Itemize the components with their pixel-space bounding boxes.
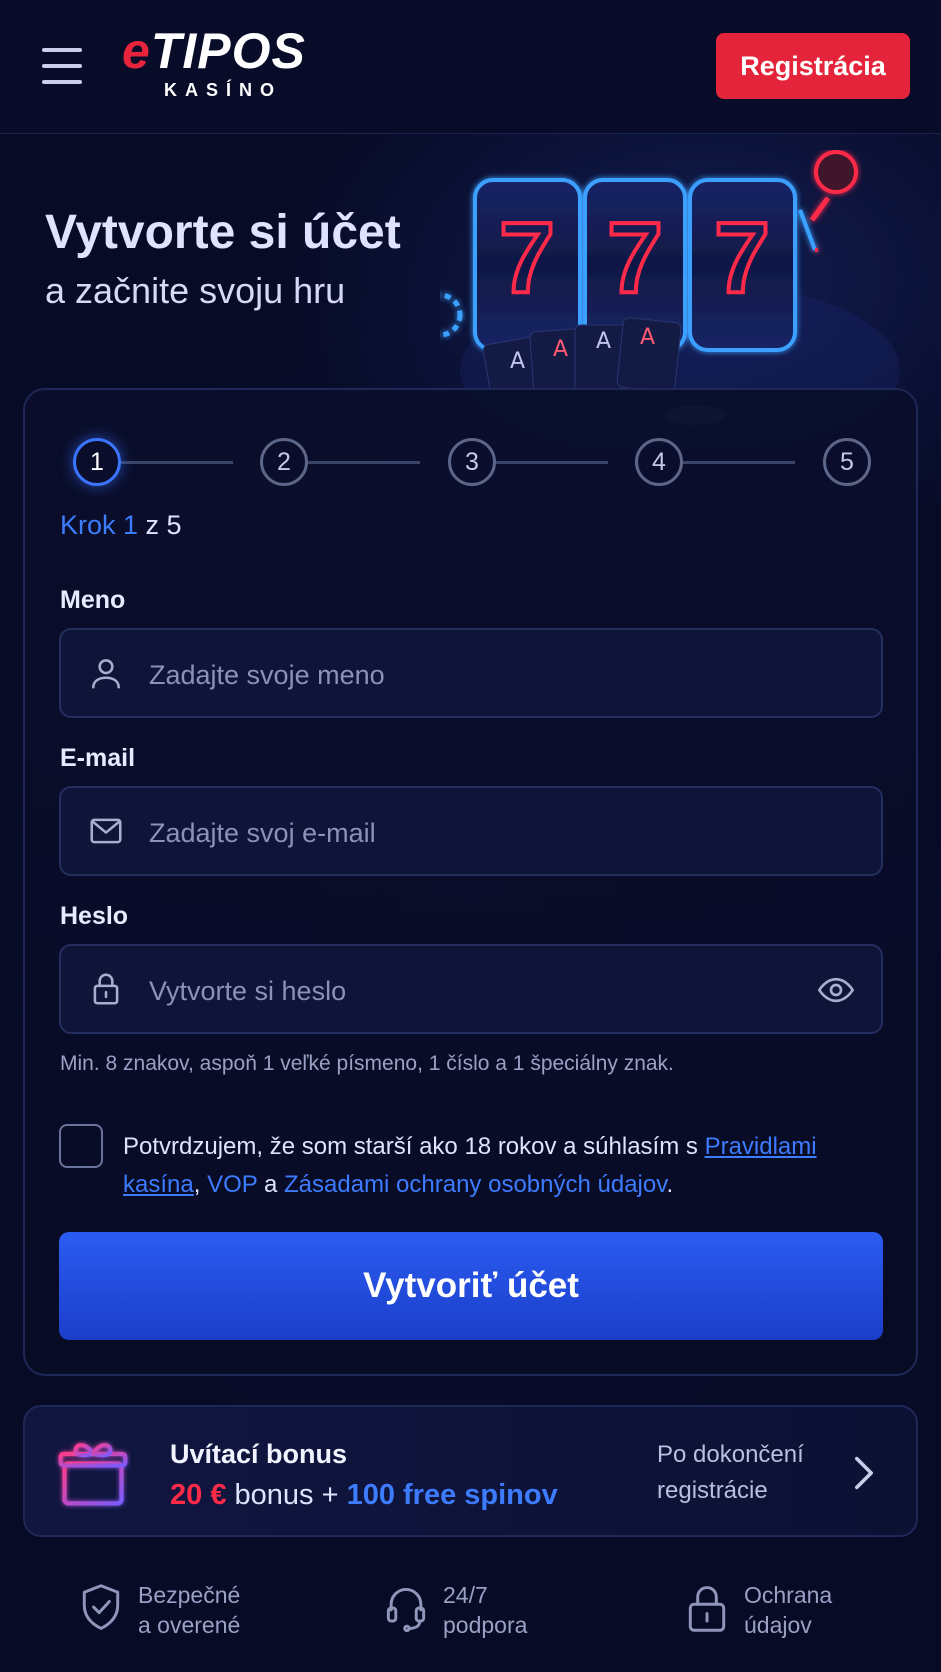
svg-text:A: A [510, 349, 525, 374]
svg-text:7: 7 [499, 202, 555, 314]
step-3[interactable]: 3 [448, 438, 496, 486]
mail-icon [90, 818, 122, 844]
consent-text: Potvrdzujem, že som starší ako 18 rokov … [123, 1133, 817, 1198]
gift-icon [58, 1443, 128, 1506]
chevron-right-icon[interactable] [852, 1455, 876, 1491]
consent-checkbox[interactable] [59, 1124, 103, 1168]
step-2[interactable]: 2 [260, 438, 308, 486]
bonus-note: Po dokončení registrácie [657, 1441, 804, 1504]
lock-icon [93, 973, 119, 1005]
register-button[interactable]: Registrácia [716, 33, 910, 99]
password-field[interactable]: Vytvorte si heslo [59, 944, 883, 1034]
welcome-bonus-banner[interactable]: Uvítací bonus 20 € bonus + 100 free spin… [23, 1405, 918, 1537]
headset-icon [386, 1588, 426, 1633]
password-placeholder: Vytvorte si heslo [149, 976, 347, 1006]
shield-check-icon [82, 1584, 120, 1630]
svg-text:A: A [553, 337, 568, 362]
step-1[interactable]: 1 [73, 438, 121, 486]
step-4[interactable]: 4 [635, 438, 683, 486]
bonus-title: Uvítací bonus [170, 1439, 348, 1469]
eye-icon[interactable] [815, 970, 857, 1010]
email-placeholder: Zadajte svoj e-mail [149, 818, 376, 848]
step-5[interactable]: 5 [823, 438, 871, 486]
svg-text:7: 7 [714, 202, 770, 314]
lock-icon [688, 1586, 726, 1632]
svg-text:7: 7 [607, 202, 663, 314]
user-icon [92, 659, 120, 689]
registration-card: 1 2 3 4 5 Krok 1 z 5 Meno Zadajte svoje … [23, 388, 918, 1376]
page-subtitle: a začnite svoju hru [45, 270, 346, 311]
svg-text:A: A [640, 325, 655, 350]
privacy-link[interactable]: Zásadami ochrany osobných údajov [284, 1171, 666, 1198]
svg-text:A: A [596, 329, 611, 354]
name-placeholder: Zadajte svoje meno [149, 660, 385, 690]
email-field[interactable]: Zadajte svoj e-mail [59, 786, 883, 876]
terms-link[interactable]: VOP [207, 1171, 257, 1198]
page-title: Vytvorte si účet [45, 206, 401, 259]
password-hint: Min. 8 znakov, aspoň 1 veľké písmeno, 1 … [60, 1052, 674, 1075]
email-label: E-mail [60, 744, 136, 772]
name-field[interactable]: Zadajte svoje meno [59, 628, 883, 718]
name-label: Meno [60, 586, 126, 614]
create-account-button[interactable]: Vytvoriť účet [59, 1232, 883, 1340]
top-header: eTIPOS KASÍNO Registrácia [0, 0, 941, 134]
etipos-logo[interactable]: eTIPOS KASÍNO [122, 26, 342, 106]
password-label: Heslo [60, 902, 129, 930]
menu-icon[interactable] [42, 48, 82, 84]
stepper: 1 2 3 4 5 [73, 438, 873, 490]
step-progress-label: Krok 1 z 5 [60, 510, 182, 540]
bonus-details: 20 € bonus + 100 free spinov [170, 1479, 558, 1511]
